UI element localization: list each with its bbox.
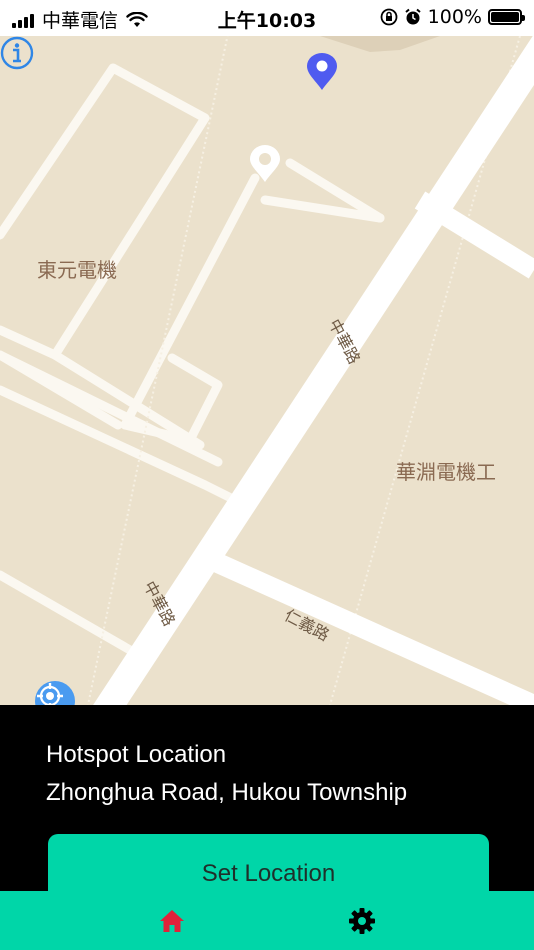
tab-home[interactable] <box>112 891 232 950</box>
map-view[interactable]: 東元電機 華淵電機工 中華路 中華路 仁義路 <box>0 36 534 705</box>
alarm-icon <box>405 8 421 25</box>
status-bar: 中華電信 上午10:03 100% <box>0 0 534 36</box>
gear-icon <box>349 907 375 934</box>
battery-percent: 100% <box>427 6 482 28</box>
map-place-label: 東元電機 <box>37 258 117 282</box>
info-icon[interactable] <box>0 36 34 70</box>
panel-title: Hotspot Location <box>46 741 227 768</box>
map-place-label: 華淵電機工 <box>396 460 496 484</box>
tab-bar <box>0 891 534 950</box>
hotspot-marker-icon[interactable] <box>248 144 282 184</box>
orientation-lock-icon <box>380 8 398 26</box>
battery-icon <box>488 9 525 25</box>
home-icon <box>160 909 184 932</box>
locate-me-icon <box>37 683 63 705</box>
hotspot-address: Zhonghua Road, Hukou Township <box>46 779 408 806</box>
battery-fill <box>491 12 519 22</box>
location-pin-icon[interactable] <box>305 52 339 92</box>
status-right: 100% <box>380 6 525 28</box>
map-roads <box>0 36 534 705</box>
tab-settings[interactable] <box>302 891 422 950</box>
